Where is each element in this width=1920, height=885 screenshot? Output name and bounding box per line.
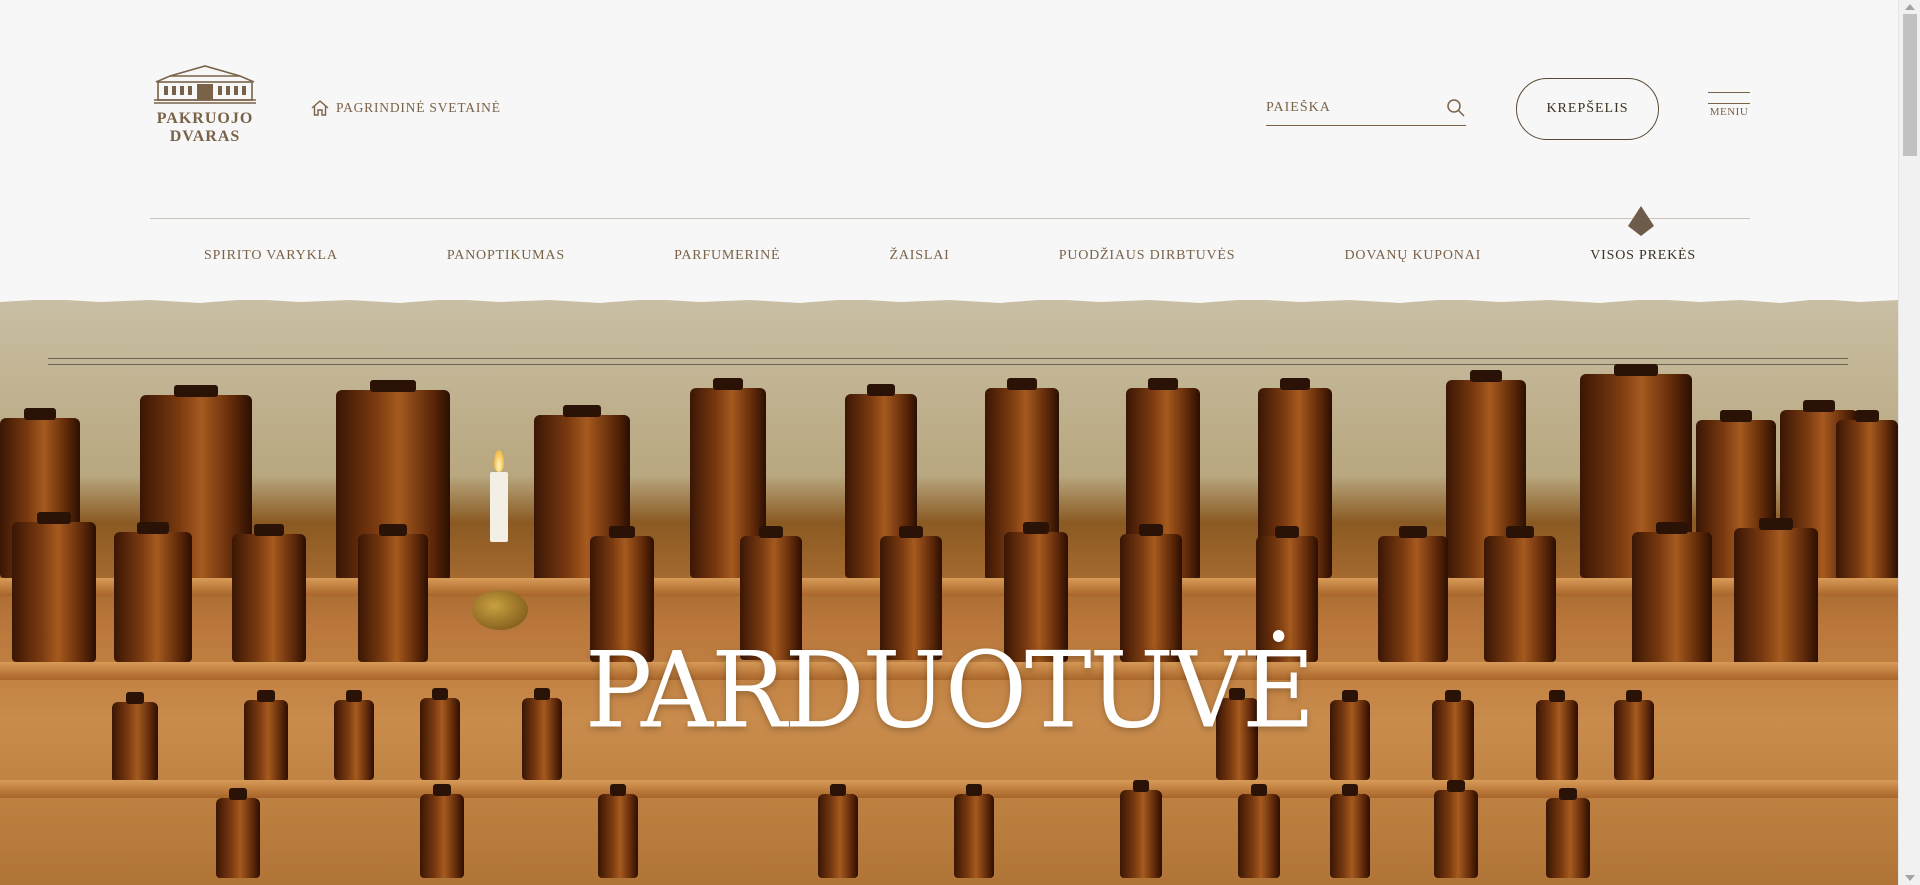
nav-item-zaislai[interactable]: ŽAISLAI [890,240,950,272]
hero-divider-line [48,364,1848,365]
active-diamond-icon [1628,206,1654,236]
brand-logo[interactable]: PAKRUOJO DVARAS [148,62,262,146]
hero-jar [954,784,994,878]
hero-banner: PARDUOTUVĖ [0,300,1898,885]
home-link-label: PAGRINDINĖ SVETAINĖ [336,100,501,115]
hero-divider-line [48,358,1848,359]
search-box [1266,94,1466,126]
hero-jar [1434,780,1478,878]
scrollbar-thumb[interactable] [1903,14,1917,156]
site-header: PAKRUOJO DVARAS PAGRINDINĖ SVETAINĖ KREP… [0,0,1898,300]
hero-shelf [0,780,1898,798]
home-link[interactable]: PAGRINDINĖ SVETAINĖ [310,98,501,118]
hero-bottle [1836,410,1898,580]
hero-jar [1238,784,1280,878]
hero-title: PARDUOTUVĖ [584,629,1315,752]
candle [490,472,508,542]
category-nav: SPIRITO VARYKLA PANOPTIKUMAS PARFUMERINĖ… [150,240,1750,272]
manor-logo-icon [154,65,256,104]
scroll-down-arrow-icon[interactable] [1905,875,1915,881]
search-input[interactable] [1266,94,1436,122]
menu-icon-bar-bottom [1708,103,1750,104]
candle-flame [494,450,504,472]
nav-item-dovanu-kuponai[interactable]: DOVANŲ KUPONAI [1345,240,1482,272]
scroll-up-arrow-icon[interactable] [1905,4,1915,10]
hero-jar [1546,788,1590,878]
hero-jar [1330,784,1370,878]
nav-item-parfumerine[interactable]: PARFUMERINĖ [674,240,780,272]
nav-item-panoptikumas[interactable]: PANOPTIKUMAS [447,240,565,272]
hero-jar [216,788,260,878]
menu-button[interactable]: MENIU [1708,92,1750,118]
nav-item-spirito-varykla[interactable]: SPIRITO VARYKLA [204,240,338,272]
brand-name-line2: DVARAS [169,128,241,145]
menu-icon-bar-top [1708,92,1750,93]
candle-holder [472,590,528,630]
cart-button[interactable]: KREPŠELIS [1516,78,1659,140]
menu-label: MENIU [1709,106,1749,118]
page-scrollbar[interactable] [1898,0,1920,885]
hero-jar [420,784,464,878]
home-icon [311,100,329,116]
hero-jar [818,784,858,878]
nav-divider [150,218,1750,219]
brand-name-line1: PAKRUOJO [156,110,254,127]
torn-paper-edge [0,292,1898,303]
hero-jar [1120,780,1162,878]
nav-item-puodziaus-dirbtuves[interactable]: PUODŽIAUS DIRBTUVĖS [1059,240,1236,272]
hero-jar [598,784,638,878]
nav-item-visos-prekes[interactable]: VISOS PREKĖS [1590,240,1696,272]
search-icon[interactable] [1446,98,1466,118]
